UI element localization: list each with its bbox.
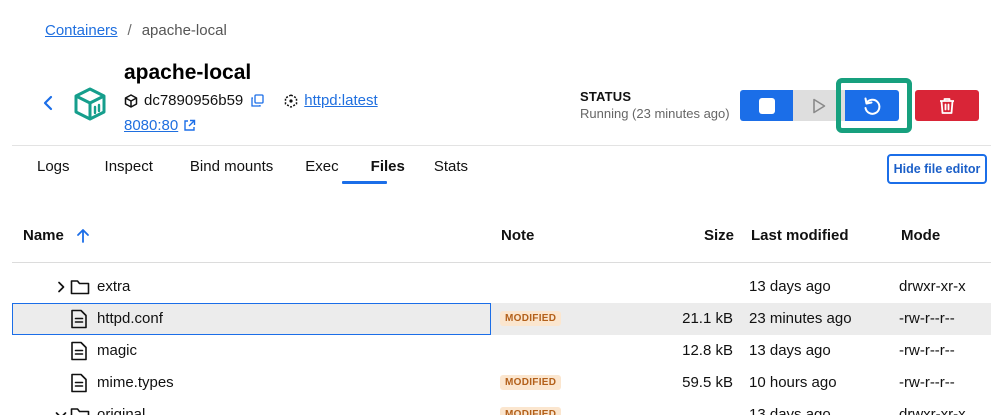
file-modified: 13 days ago [749,342,831,359]
image-link[interactable]: httpd:latest [304,92,377,109]
table-row[interactable]: original MODIFIED 13 days ago drwxr-xr-x [12,399,991,415]
column-header-mode[interactable]: Mode [901,227,940,244]
file-modified: 10 hours ago [749,374,837,391]
status-value: Running (23 minutes ago) [580,106,730,121]
table-row[interactable]: mime.types MODIFIED 59.5 kB 10 hours ago… [12,367,991,399]
folder-icon [70,280,90,295]
breadcrumb-current: apache-local [141,22,227,39]
file-mode: drwxr-xr-x [899,406,966,415]
tab-logs[interactable]: Logs [37,158,70,175]
tab-files[interactable]: Files [371,158,405,175]
status-label: STATUS [580,89,632,104]
file-modified: 13 days ago [749,406,831,415]
table-row-selected[interactable]: httpd.conf MODIFIED 21.1 kB 23 minutes a… [12,303,991,335]
column-header-name-label: Name [23,227,64,244]
chevron-down-icon[interactable] [55,411,67,415]
column-header-name[interactable]: Name [23,227,90,244]
modified-badge: MODIFIED [500,407,562,415]
table-row[interactable]: magic 12.8 kB 13 days ago -rw-r--r-- [12,335,991,367]
modified-badge: MODIFIED [500,375,562,390]
folder-icon [70,408,90,415]
restart-button-highlight [836,78,912,133]
container-id: dc7890956b59 [144,92,244,109]
tab-inspect[interactable]: Inspect [105,158,153,175]
file-mode: -rw-r--r-- [899,310,955,327]
container-name: apache-local [124,61,252,84]
file-modified: 23 minutes ago [749,310,852,327]
cube-small-icon [124,93,138,108]
container-cube-icon [74,87,106,121]
file-name: httpd.conf [97,310,163,327]
sort-ascending-icon[interactable] [76,228,90,244]
file-size: 21.1 kB [682,310,733,327]
hide-file-editor-button[interactable]: Hide file editor [887,154,987,184]
container-meta: dc7890956b59 httpd:latest [124,92,378,109]
tab-stats[interactable]: Stats [434,158,468,175]
play-icon [813,98,826,113]
column-header-note[interactable]: Note [501,227,534,244]
table-row[interactable]: extra 13 days ago drwxr-xr-x [12,271,991,303]
port-link[interactable]: 8080:80 [124,117,178,134]
file-icon [71,341,87,361]
header-divider [12,145,991,146]
tab-exec[interactable]: Exec [305,158,338,175]
breadcrumb: Containers / apache-local [45,22,227,39]
file-mode: -rw-r--r-- [899,374,955,391]
file-icon [71,373,87,393]
tab-bind-mounts[interactable]: Bind mounts [190,158,273,175]
table-header-divider [12,262,991,263]
active-tab-indicator [342,181,387,184]
port-row: 8080:80 [124,117,196,134]
file-modified: 13 days ago [749,278,831,295]
stop-icon [758,97,775,114]
file-mode: -rw-r--r-- [899,342,955,359]
file-icon [71,309,87,329]
chevron-right-icon[interactable] [57,281,65,293]
trash-icon [940,97,954,114]
delete-button[interactable] [915,90,979,121]
file-name: magic [97,342,138,359]
external-link-icon[interactable] [183,119,196,132]
column-header-size[interactable]: Size [704,227,734,244]
breadcrumb-containers-link[interactable]: Containers [45,22,118,39]
image-layers-icon [285,93,298,108]
stop-button[interactable] [740,90,793,121]
tab-bar: Logs Inspect Bind mounts Exec Files Stat… [37,158,468,175]
file-name: mime.types [97,374,174,391]
back-chevron-icon[interactable] [40,93,56,113]
file-name: original [97,406,146,415]
column-header-last-modified[interactable]: Last modified [751,227,849,244]
file-name: extra [97,278,131,295]
copy-icon[interactable] [251,94,264,107]
file-size: 59.5 kB [682,374,733,391]
modified-badge: MODIFIED [500,311,562,326]
file-size: 12.8 kB [682,342,733,359]
breadcrumb-separator: / [127,22,132,39]
file-mode: drwxr-xr-x [899,278,966,295]
